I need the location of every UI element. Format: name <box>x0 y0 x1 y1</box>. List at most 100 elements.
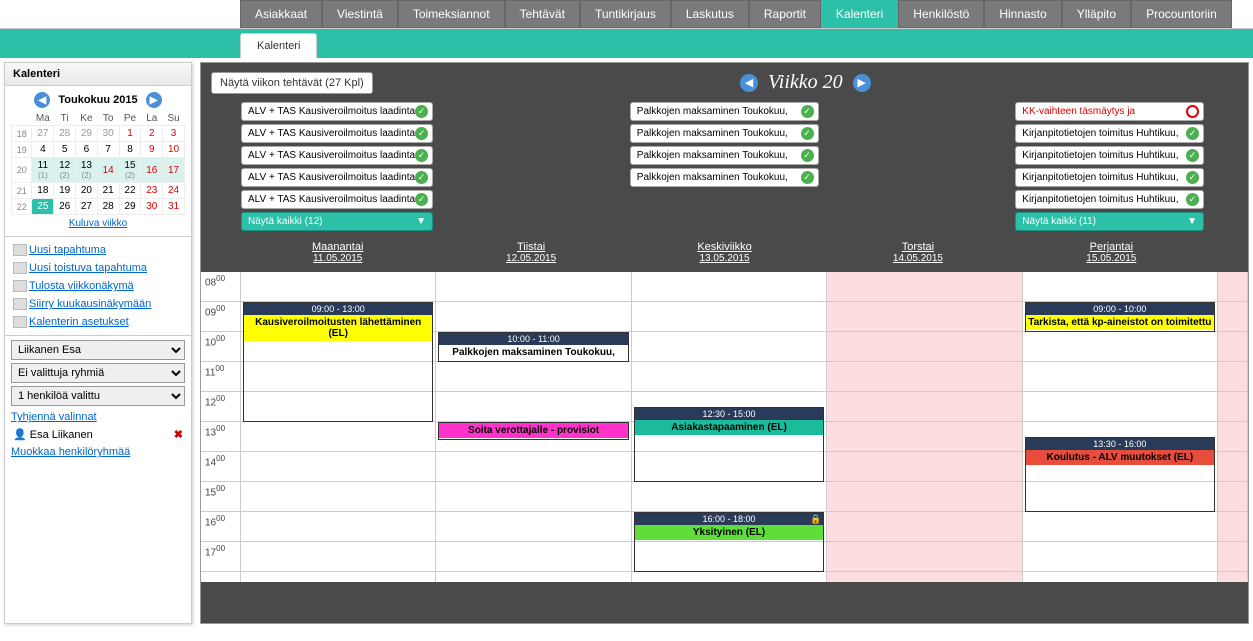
nav-tab[interactable]: Tuntikirjaus <box>580 0 671 28</box>
calendar-day[interactable]: 23 <box>141 183 163 199</box>
calendar-day[interactable]: 14 <box>97 158 119 183</box>
calendar-day[interactable]: 19 <box>54 183 76 199</box>
edit-group-link[interactable]: Muokkaa henkilöryhmää <box>11 444 185 460</box>
day-header[interactable]: Keskiviikko13.05.2015 <box>628 237 821 272</box>
calendar-day[interactable]: 5 <box>54 142 76 158</box>
calendar-day[interactable]: 22 <box>119 183 141 199</box>
task-item[interactable]: Kirjanpitotietojen toimitus Huhtikuu,✓ <box>1015 146 1204 165</box>
prev-month-icon[interactable]: ◀ <box>34 92 50 108</box>
calendar-day[interactable]: 18 <box>32 183 54 199</box>
calendar-day[interactable]: 3 <box>163 126 185 142</box>
calendar-day[interactable]: 28 <box>97 199 119 215</box>
task-item[interactable]: Palkkojen maksaminen Toukokuu,✓ <box>630 124 819 143</box>
nav-tab[interactable]: Toimeksiannot <box>398 0 505 28</box>
nav-tab[interactable]: Tehtävät <box>505 0 580 28</box>
next-month-icon[interactable]: ▶ <box>146 92 162 108</box>
calendar-day[interactable]: 2 <box>141 126 163 142</box>
remove-person-icon[interactable]: ✖ <box>174 428 183 441</box>
nav-tab[interactable]: Ylläpito <box>1062 0 1131 28</box>
calendar-day[interactable]: 30 <box>97 126 119 142</box>
task-item[interactable]: ALV + TAS Kausiveroilmoitus laadinta✓ <box>241 146 433 165</box>
calendar-event[interactable]: 12:30 - 15:00Asiakastapaaminen (EL) <box>634 407 824 482</box>
calendar-day[interactable]: 9 <box>141 142 163 158</box>
calendar-day[interactable]: 11(1) <box>32 158 54 183</box>
calendar-day[interactable]: 29 <box>76 126 98 142</box>
calendar-day[interactable]: 13(2) <box>76 158 98 183</box>
calendar-day[interactable]: 28 <box>54 126 76 142</box>
calendar-day[interactable]: 25 <box>32 199 54 215</box>
count-select[interactable]: 1 henkilöä valittu <box>11 386 185 406</box>
day-header[interactable]: Torstai14.05.2015 <box>821 237 1014 272</box>
calendar-day[interactable]: 27 <box>32 126 54 142</box>
user-select[interactable]: Liikanen Esa <box>11 340 185 360</box>
clear-selection-link[interactable]: Tyhjennä valinnat <box>11 409 185 425</box>
task-item[interactable]: Kirjanpitotietojen toimitus Huhtikuu,✓ <box>1015 190 1204 209</box>
calendar-day[interactable]: 20 <box>76 183 98 199</box>
next-week-icon[interactable]: ▶ <box>853 74 871 92</box>
task-item[interactable]: ALV + TAS Kausiveroilmoitus laadinta✓ <box>241 190 433 209</box>
current-week-link[interactable]: Kuluva viikko <box>11 215 185 232</box>
calendar-day[interactable]: 27 <box>76 199 98 215</box>
nav-tab[interactable]: Procountoriin <box>1131 0 1232 28</box>
calendar-day[interactable]: 26 <box>54 199 76 215</box>
nav-tab[interactable]: Kalenteri <box>821 0 898 28</box>
calendar-event[interactable]: 09:00 - 13:00Kausiveroilmoitusten lähett… <box>243 302 433 422</box>
task-item[interactable]: ALV + TAS Kausiveroilmoitus laadinta✓ <box>241 124 433 143</box>
task-item[interactable]: Palkkojen maksaminen Toukokuu,✓ <box>630 146 819 165</box>
calendar-day[interactable]: 12(2) <box>54 158 76 183</box>
calendar-day[interactable]: 7 <box>97 142 119 158</box>
show-all-button[interactable]: Näytä kaikki (12)▼ <box>241 212 433 231</box>
nav-tab[interactable]: Asiakkaat <box>240 0 322 28</box>
day-column[interactable]: 10:00 - 11:00Palkkojen maksaminen Toukok… <box>436 272 631 582</box>
task-item[interactable]: KK-vaihteen täsmäytys ja <box>1015 102 1204 121</box>
day-header[interactable]: Tiistai12.05.2015 <box>434 237 627 272</box>
calendar-day[interactable]: 6 <box>76 142 98 158</box>
calendar-day[interactable]: 15(2) <box>119 158 141 183</box>
calendar-event[interactable]: Soita verottajalle - provisiot <box>438 422 628 440</box>
calendar-day[interactable]: 24 <box>163 183 185 199</box>
sidebar-link[interactable]: Siirry kuukausinäkymään <box>11 295 185 313</box>
task-item[interactable]: Palkkojen maksaminen Toukokuu,✓ <box>630 168 819 187</box>
calendar-day[interactable]: 4 <box>32 142 54 158</box>
sidebar-link[interactable]: Kalenterin asetukset <box>11 313 185 331</box>
task-item[interactable]: Kirjanpitotietojen toimitus Huhtikuu,✓ <box>1015 124 1204 143</box>
nav-tab[interactable]: Laskutus <box>671 0 749 28</box>
task-item[interactable]: Kirjanpitotietojen toimitus Huhtikuu,✓ <box>1015 168 1204 187</box>
calendar-day[interactable]: 10 <box>163 142 185 158</box>
sidebar-link[interactable]: Uusi toistuva tapahtuma <box>11 259 185 277</box>
show-all-button[interactable]: Näytä kaikki (11)▼ <box>1015 212 1204 231</box>
day-column[interactable]: 09:00 - 13:00Kausiveroilmoitusten lähett… <box>241 272 436 582</box>
calendar-event[interactable]: 09:00 - 10:00Tarkista, että kp-aineistot… <box>1025 302 1215 332</box>
check-icon: ✓ <box>801 127 814 140</box>
calendar-event[interactable]: 16:00 - 18:00🔒Yksityinen (EL) <box>634 512 824 572</box>
day-header[interactable]: Perjantai15.05.2015 <box>1015 237 1208 272</box>
task-item[interactable]: ALV + TAS Kausiveroilmoitus laadinta✓ <box>241 168 433 187</box>
nav-tab[interactable]: Raportit <box>749 0 821 28</box>
task-item[interactable]: Palkkojen maksaminen Toukokuu,✓ <box>630 102 819 121</box>
calendar-day[interactable]: 16 <box>141 158 163 183</box>
check-icon: ✓ <box>801 171 814 184</box>
show-week-tasks-button[interactable]: Näytä viikon tehtävät (27 Kpl) <box>211 72 373 94</box>
nav-tab[interactable]: Henkilöstö <box>898 0 984 28</box>
task-item[interactable]: ALV + TAS Kausiveroilmoitus laadinta✓ <box>241 102 433 121</box>
calendar-day[interactable]: 8 <box>119 142 141 158</box>
nav-tab[interactable]: Hinnasto <box>984 0 1061 28</box>
calendar-day[interactable]: 31 <box>163 199 185 215</box>
nav-tab[interactable]: Viestintä <box>322 0 398 28</box>
calendar-event[interactable]: 13:30 - 16:00Koulutus - ALV muutokset (E… <box>1025 437 1215 512</box>
group-select[interactable]: Ei valittuja ryhmiä <box>11 363 185 383</box>
calendar-day[interactable]: 21 <box>97 183 119 199</box>
subtab-kalenteri[interactable]: Kalenteri <box>240 33 317 58</box>
calendar-day[interactable]: 30 <box>141 199 163 215</box>
day-column[interactable]: 09:00 - 10:00Tarkista, että kp-aineistot… <box>1023 272 1218 582</box>
day-column[interactable] <box>827 272 1022 582</box>
calendar-day[interactable]: 17 <box>163 158 185 183</box>
calendar-day[interactable]: 1 <box>119 126 141 142</box>
sidebar-link[interactable]: Tulosta viikkonäkymä <box>11 277 185 295</box>
day-column[interactable]: 12:30 - 15:00Asiakastapaaminen (EL) 16:00… <box>632 272 827 582</box>
prev-week-icon[interactable]: ◀ <box>740 74 758 92</box>
calendar-day[interactable]: 29 <box>119 199 141 215</box>
day-header[interactable]: Maanantai11.05.2015 <box>241 237 434 272</box>
sidebar-link[interactable]: Uusi tapahtuma <box>11 241 185 259</box>
calendar-event[interactable]: 10:00 - 11:00Palkkojen maksaminen Toukok… <box>438 332 628 362</box>
